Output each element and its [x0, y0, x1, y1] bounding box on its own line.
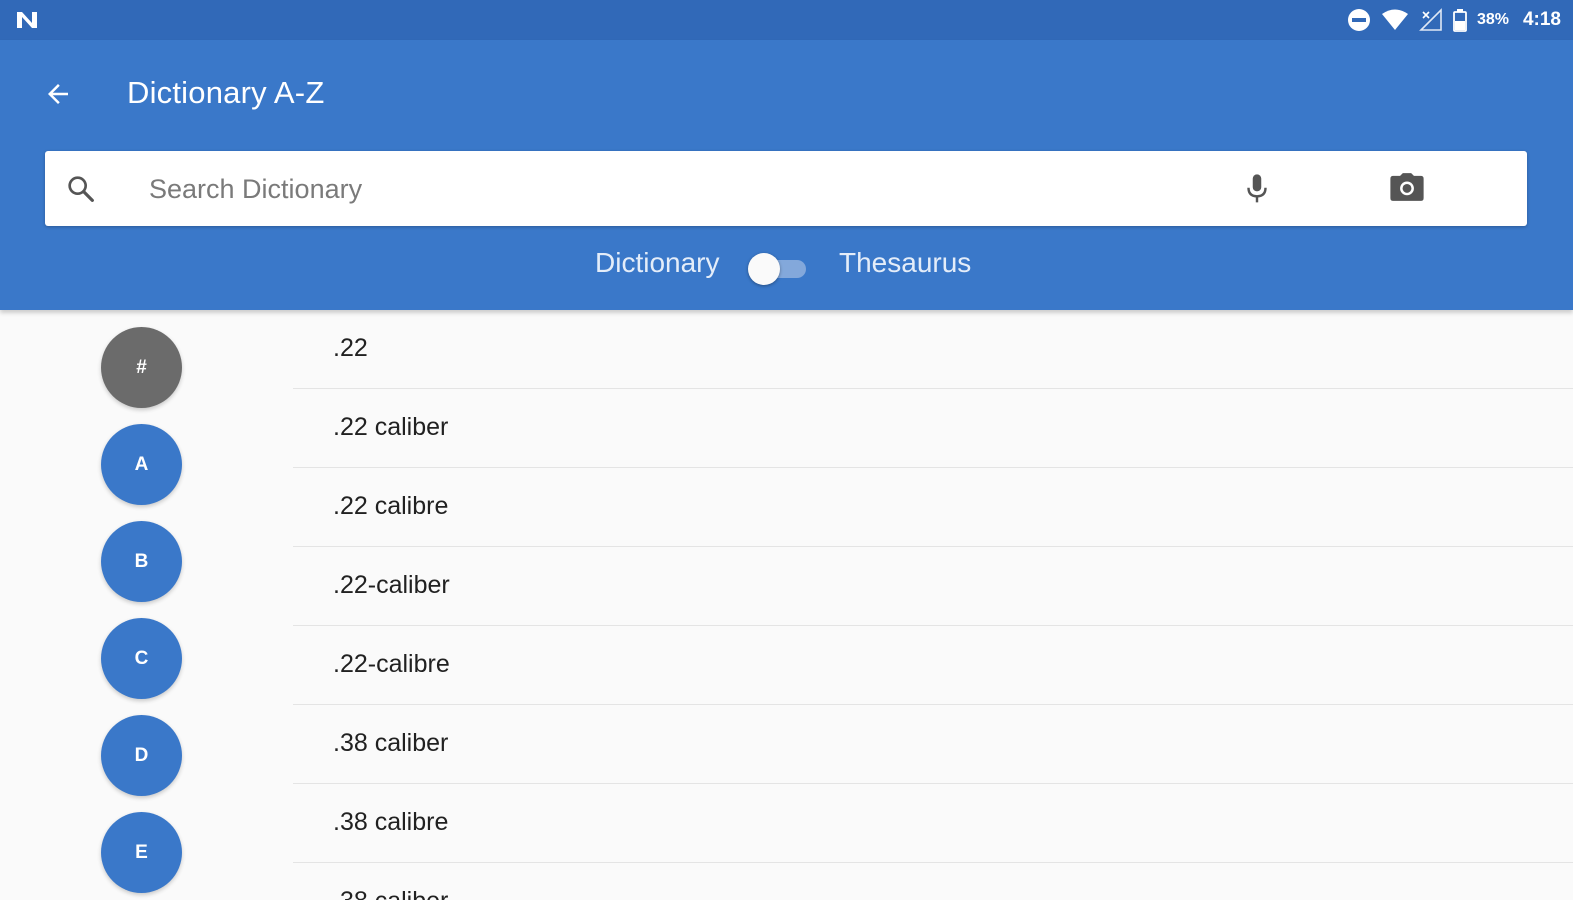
index-button-b[interactable]: B	[101, 521, 182, 602]
word-list: .22 .22 caliber .22 calibre .22-caliber …	[293, 310, 1573, 900]
app-bar: Dictionary A-Z Dictionary	[0, 40, 1573, 310]
index-button-hash[interactable]: #	[101, 327, 182, 408]
search-input[interactable]	[149, 163, 1209, 215]
word-label: .38 calibre	[333, 808, 449, 836]
index-button-c[interactable]: C	[101, 618, 182, 699]
list-item[interactable]: .22	[293, 310, 1573, 389]
camera-search-button[interactable]	[1385, 165, 1429, 209]
notification-n-icon	[17, 12, 37, 28]
wifi-icon	[1381, 9, 1408, 30]
word-label: .22 caliber	[333, 413, 449, 441]
battery-icon	[1453, 9, 1467, 32]
status-bar: 38% 4:18	[0, 0, 1573, 40]
word-label: .38 caliber	[333, 887, 448, 900]
search-icon	[68, 176, 94, 202]
mic-icon	[1247, 174, 1267, 203]
list-item[interactable]: .38 calibre	[293, 784, 1573, 863]
index-button-d[interactable]: D	[101, 715, 182, 796]
battery-percentage: 38%	[1476, 11, 1509, 28]
word-label: .22 calibre	[333, 492, 449, 520]
list-item[interactable]: .22-calibre	[293, 626, 1573, 705]
list-item[interactable]: .22-caliber	[293, 547, 1573, 626]
list-item[interactable]: .22 caliber	[293, 389, 1573, 468]
mode-toggle-row: Dictionary Thesaurus	[0, 245, 1573, 285]
word-label: .22-caliber	[333, 571, 450, 599]
arrow-left-icon	[48, 84, 68, 104]
list-item[interactable]: .38 caliber	[293, 705, 1573, 784]
camera-icon	[1390, 173, 1424, 201]
no-signal-icon	[1419, 8, 1442, 31]
index-button-e[interactable]: E	[101, 812, 182, 893]
list-item[interactable]: .22 calibre	[293, 468, 1573, 547]
clock: 4:18	[1522, 9, 1561, 30]
word-label: .38 caliber	[333, 729, 449, 757]
thesaurus-label: Thesaurus	[839, 247, 972, 278]
back-button[interactable]	[36, 72, 80, 116]
page-title: Dictionary A-Z	[127, 75, 325, 110]
word-label: .22-calibre	[333, 650, 450, 678]
search-bar[interactable]	[45, 151, 1527, 226]
dictionary-label: Dictionary	[595, 247, 720, 278]
dictionary-thesaurus-switch[interactable]	[748, 250, 808, 285]
voice-search-button[interactable]	[1235, 167, 1279, 211]
alphabet-index: # A B C D E	[0, 310, 290, 900]
switch-thumb	[748, 253, 780, 285]
do-not-disturb-icon	[1347, 9, 1370, 31]
word-label: .22	[333, 334, 368, 362]
list-item[interactable]: .38 caliber	[293, 863, 1573, 900]
index-button-a[interactable]: A	[101, 424, 182, 505]
